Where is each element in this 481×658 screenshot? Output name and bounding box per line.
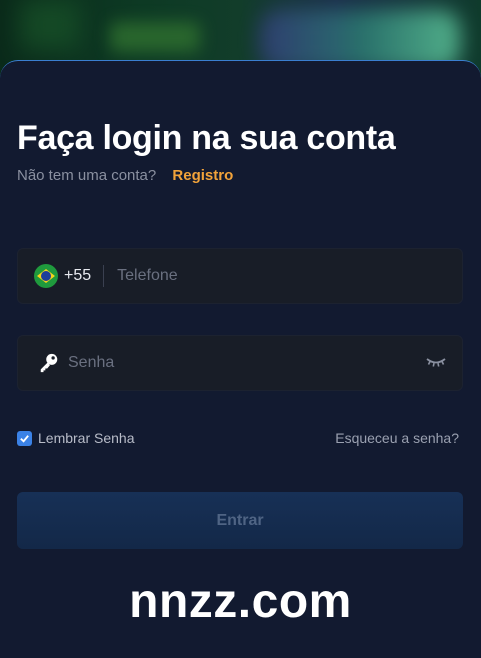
register-link[interactable]: Registro [172,167,233,184]
no-account-text: Não tem uma conta? [17,167,157,184]
password-input[interactable] [68,354,398,372]
page-title: Faça login na sua conta [17,119,396,157]
password-field[interactable] [17,335,463,391]
phone-input[interactable] [117,267,418,285]
remember-password[interactable]: Lembrar Senha [17,430,135,446]
remember-label[interactable]: Lembrar Senha [38,430,135,446]
login-card: Faça login na sua conta Não tem uma cont… [0,60,481,658]
banner-blur-shape [20,0,80,50]
key-icon [40,353,58,373]
phone-field[interactable]: +55 [17,248,463,304]
country-code[interactable]: +55 [64,267,91,285]
login-button[interactable]: Entrar [17,492,463,549]
field-divider [103,265,105,287]
eye-closed-icon[interactable] [426,355,446,369]
remember-checkbox[interactable] [17,430,32,446]
watermark-text: nnzz.com [129,575,352,628]
forgot-password-link[interactable]: Esqueceu a senha? [335,430,459,446]
banner-blur-shape [110,22,200,52]
register-prompt: Não tem uma conta? Registro [17,167,233,184]
brazil-flag-icon[interactable] [34,264,58,288]
checkmark-icon [20,434,29,443]
